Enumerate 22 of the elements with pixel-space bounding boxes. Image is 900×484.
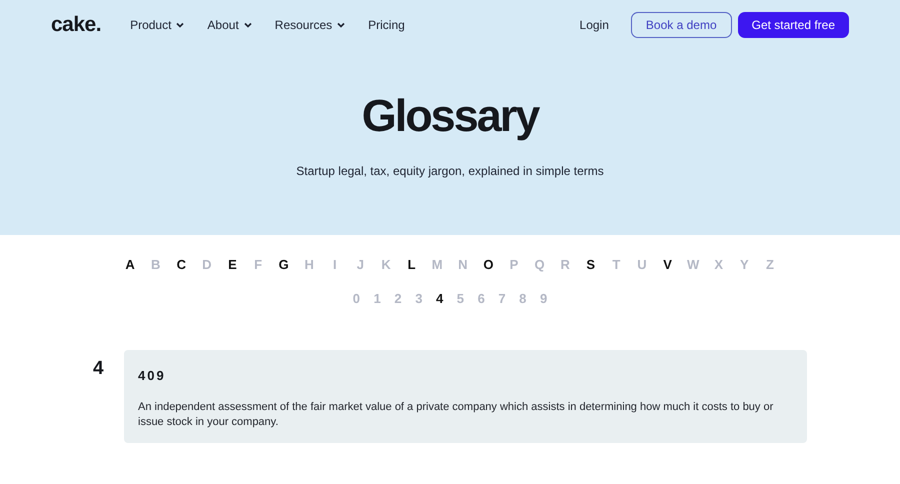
nav-link[interactable]: Resources [274,18,346,32]
index-link[interactable]: A [117,257,143,273]
nav-link[interactable]: Product [130,18,184,32]
nav-link[interactable]: About [207,18,252,32]
page-title: Glossary [362,90,538,142]
login-link[interactable]: Login [580,18,609,32]
index-link[interactable]: E [220,257,246,273]
book-demo-button[interactable]: Book a demo [630,12,732,38]
index-link[interactable]: 4 [429,291,450,307]
index-link[interactable]: O [476,257,502,273]
logo[interactable]: cake. [51,13,102,37]
section-heading: 4 [93,358,105,381]
nav-link[interactable]: Pricing [368,18,405,32]
page-subtitle: Startup legal, tax, equity jargon, explained in simple terms [296,164,604,178]
index-link[interactable]: L [398,257,424,273]
get-started-button[interactable]: Get started free [738,12,849,38]
index-link[interactable]: G [270,257,296,273]
index-link[interactable]: C [168,257,194,273]
term-definition: An independent assessment of the fair market value of a private company which assists in determining how much it costs to buy or issue stock in your company. [138,400,774,430]
index-link[interactable]: S [578,257,604,273]
term-title: 409 [138,368,167,383]
index-link[interactable]: V [654,257,680,273]
